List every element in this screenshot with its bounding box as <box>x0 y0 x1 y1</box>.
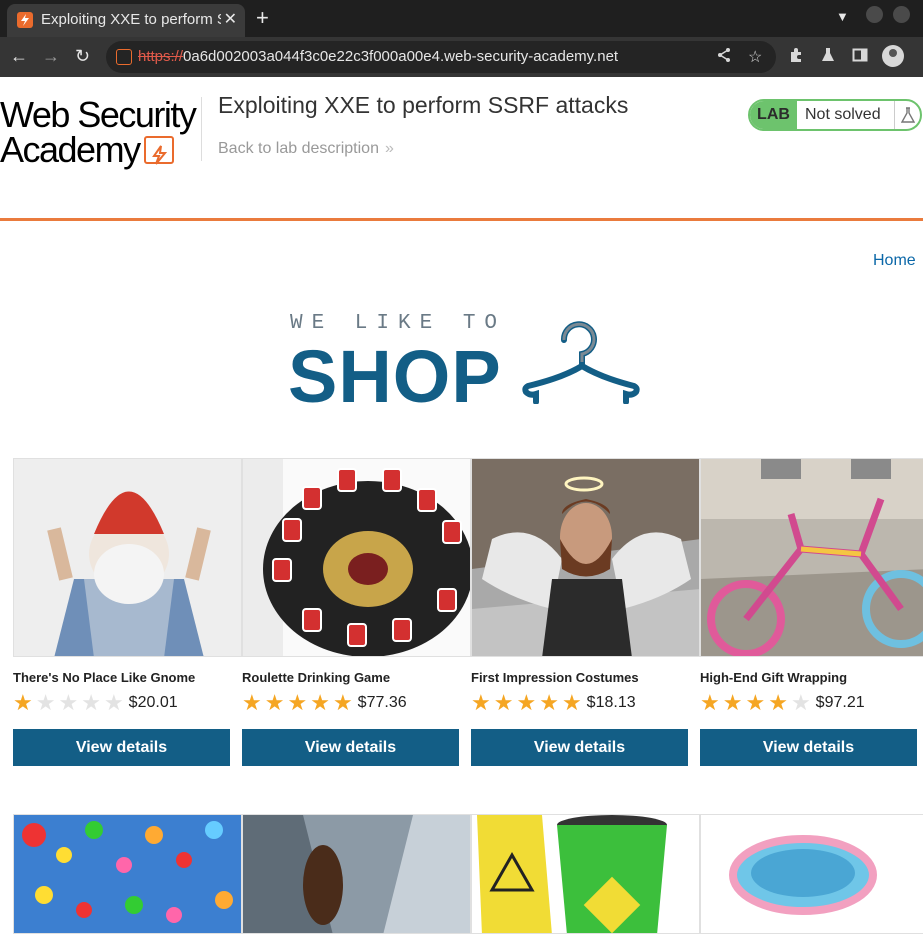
star-icon: ★ <box>264 690 285 715</box>
star-icon: ★ <box>722 690 743 715</box>
product-name: There's No Place Like Gnome <box>13 670 196 685</box>
puzzle-icon[interactable] <box>788 47 804 68</box>
lab-header: Web Security Academy Exploiting XXE to p… <box>0 77 923 221</box>
home-link[interactable]: Home <box>873 252 916 270</box>
star-icon: ★ <box>35 690 56 715</box>
star-icon: ★ <box>103 690 124 715</box>
browser-tab[interactable]: Exploiting XXE to perform SSRF attacks ✕ <box>7 4 245 37</box>
url-text: https://0a6d002003a044f3c0e22c3f000a00e4… <box>138 48 618 65</box>
star-icon: ★ <box>81 690 101 715</box>
lightning-icon <box>17 12 33 28</box>
star-icon: ★ <box>242 690 262 715</box>
star-icon: ★ <box>58 690 79 715</box>
view-details-button[interactable]: View details <box>471 729 688 766</box>
flask-icon[interactable] <box>894 101 920 129</box>
star-icon: ★ <box>790 690 811 715</box>
product-card: High-End Gift Wrapping ★ ★ ★ ★ ★ $97.21 View … <box>700 458 923 766</box>
product-price: $97.21 <box>815 694 865 711</box>
browser-toolbar: ← → ↻ https://0a6d002003a044f3c0e22c3f00… <box>0 37 923 77</box>
star-icon: ★ <box>745 690 766 715</box>
star-icon: ★ <box>700 690 720 715</box>
product-card: First Impression Costumes ★ ★ ★ ★ ★ $18.13 Vi… <box>471 458 700 766</box>
close-window-button[interactable] <box>893 6 910 23</box>
lab-status-badge: LAB Not solved <box>748 99 922 131</box>
lab-status: Not solved <box>805 106 881 123</box>
close-icon[interactable]: ✕ <box>224 9 237 29</box>
product-image[interactable] <box>242 458 471 657</box>
product-rating: ★ ★ ★ ★ ★ $97.21 <box>700 692 865 714</box>
product-card: Roulette Drinking Game ★ ★ ★ ★ ★ $77.36 View … <box>242 458 471 766</box>
header-divider <box>201 97 202 161</box>
product-image[interactable] <box>471 458 700 657</box>
product-rating: ★ ★ ★ ★ ★ $20.01 <box>13 692 178 714</box>
star-icon: ★ <box>471 690 491 715</box>
product-image[interactable] <box>13 458 242 657</box>
product-name: High-End Gift Wrapping <box>700 670 848 685</box>
star-icon: ★ <box>287 690 308 715</box>
product-image[interactable] <box>13 814 242 934</box>
logo-text-line1: Web Security <box>0 94 197 135</box>
lab-label: LAB <box>750 101 797 129</box>
back-link-label: Back to lab description <box>218 140 379 157</box>
star-icon: ★ <box>310 690 330 715</box>
product-image[interactable] <box>242 814 471 934</box>
product-price: $18.13 <box>586 694 636 711</box>
star-icon: ★ <box>332 690 353 715</box>
product-image[interactable] <box>700 814 923 934</box>
hanger-icon <box>522 321 640 404</box>
star-bookmark-icon[interactable]: ☆ <box>748 47 762 67</box>
web-security-academy-logo[interactable]: Web Security Academy <box>0 94 200 170</box>
product-card: There's No Place Like Gnome ★ ★ ★ ★ ★ $20.01 … <box>13 458 242 766</box>
shop-hero: WE LIKE TO SHOP <box>288 312 648 418</box>
product-rating: ★ ★ ★ ★ ★ $77.36 <box>242 692 407 714</box>
star-icon: ★ <box>768 690 788 715</box>
star-icon: ★ <box>493 690 514 715</box>
double-chevron-right-icon: » <box>384 140 394 157</box>
browser-tab-bar: Exploiting XXE to perform SSRF attacks ✕… <box>0 0 923 37</box>
product-price: $20.01 <box>128 694 178 711</box>
share-icon[interactable] <box>716 47 732 68</box>
product-rating: ★ ★ ★ ★ ★ $18.13 <box>471 692 636 714</box>
hero-tagline: WE LIKE TO <box>290 312 507 335</box>
lightning-icon <box>143 136 174 165</box>
product-name: First Impression Costumes <box>471 670 639 685</box>
star-icon: ★ <box>516 690 537 715</box>
back-arrow-icon[interactable]: ← <box>10 46 28 67</box>
url-scheme: https:// <box>138 48 184 65</box>
forward-arrow-icon[interactable]: → <box>42 46 60 67</box>
profile-avatar[interactable] <box>882 45 904 67</box>
url-host: 0a6d002003a044f3c0e22c3f000a00e4.web-sec… <box>183 48 619 65</box>
reload-icon[interactable]: ↻ <box>75 46 90 67</box>
chevron-down-icon[interactable]: ▼ <box>836 9 849 24</box>
hero-title: SHOP <box>288 335 502 418</box>
address-bar[interactable]: https://0a6d002003a044f3c0e22c3f000a00e4… <box>106 41 776 73</box>
product-image[interactable] <box>471 814 700 934</box>
back-to-description-link[interactable]: Back to lab description » <box>218 140 394 158</box>
product-image[interactable] <box>700 458 923 657</box>
star-icon: ★ <box>561 690 582 715</box>
logo-text-line2: Academy <box>0 129 141 170</box>
minimize-button[interactable] <box>866 6 883 23</box>
star-icon: ★ <box>539 690 559 715</box>
site-icon <box>116 49 132 65</box>
plus-icon[interactable]: + <box>256 5 269 31</box>
view-details-button[interactable]: View details <box>242 729 459 766</box>
sidepanel-icon[interactable] <box>852 47 868 68</box>
lab-title: Exploiting XXE to perform SSRF attacks <box>218 92 629 118</box>
view-details-button[interactable]: View details <box>700 729 917 766</box>
view-details-button[interactable]: View details <box>13 729 230 766</box>
tab-title: Exploiting XXE to perform SSRF attacks <box>41 11 221 28</box>
product-price: $77.36 <box>357 694 407 711</box>
flask-icon[interactable] <box>820 47 836 68</box>
logo-text-line2-wrap: Academy <box>0 129 200 170</box>
product-name: Roulette Drinking Game <box>242 670 391 685</box>
star-icon: ★ <box>13 690 33 715</box>
